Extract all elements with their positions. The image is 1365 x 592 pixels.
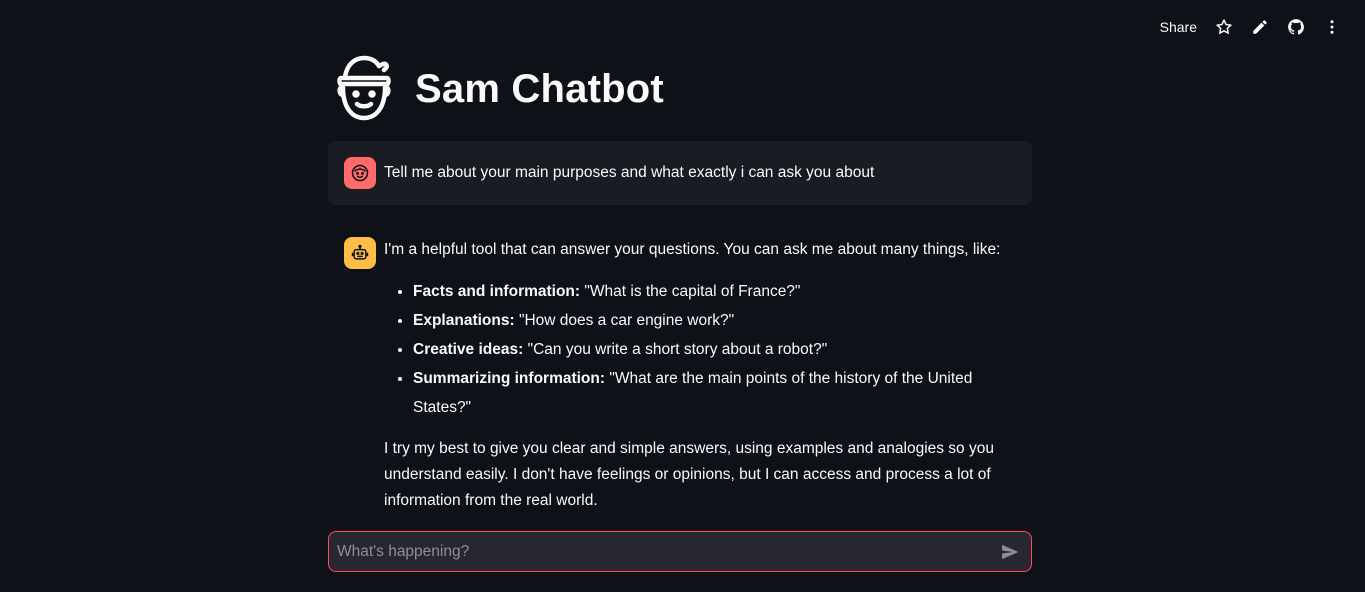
assistant-avatar	[344, 237, 376, 269]
star-icon[interactable]	[1215, 18, 1233, 36]
app-toolbar: Share	[1160, 18, 1341, 36]
list-item: Facts and information: "What is the capi…	[413, 277, 1024, 306]
more-vertical-icon[interactable]	[1323, 18, 1341, 36]
smiley-face-icon	[351, 164, 369, 182]
assistant-intro-text: I'm a helpful tool that can answer your …	[384, 241, 1001, 258]
list-item-label: Facts and information:	[413, 283, 581, 300]
user-message-text: Tell me about your main purposes and wha…	[384, 164, 875, 181]
examples-list: Facts and information: "What is the capi…	[384, 277, 1024, 422]
list-item: Creative ideas: "Can you write a short s…	[413, 335, 1024, 364]
user-avatar	[344, 157, 376, 189]
github-icon[interactable]	[1287, 18, 1305, 36]
list-item-label: Creative ideas:	[413, 341, 524, 358]
list-item-text: "How does a car engine work?"	[514, 312, 735, 329]
send-icon[interactable]	[999, 541, 1021, 563]
list-item: Summarizing information: "What are the m…	[413, 364, 1024, 422]
assistant-message: I'm a helpful tool that can answer your …	[344, 237, 1032, 514]
list-item: Explanations: "How does a car engine wor…	[413, 306, 1024, 335]
list-item-label: Summarizing information:	[413, 370, 606, 387]
user-message: Tell me about your main purposes and wha…	[328, 141, 1032, 205]
pencil-icon[interactable]	[1251, 18, 1269, 36]
list-item-text: "What is the capital of France?"	[580, 283, 801, 300]
share-button[interactable]: Share	[1160, 19, 1197, 35]
chat-input[interactable]	[337, 542, 999, 561]
assistant-outro-text: I try my best to give you clear and simp…	[384, 440, 994, 509]
list-item-label: Explanations:	[413, 312, 515, 329]
robot-icon	[351, 244, 369, 260]
list-item-text: "Can you write a short story about a rob…	[523, 341, 828, 358]
page-header: Sam Chatbot	[333, 54, 664, 124]
page-title: Sam Chatbot	[415, 66, 664, 111]
assistant-message-content: I'm a helpful tool that can answer your …	[384, 237, 1024, 514]
elf-face-icon	[333, 54, 395, 124]
chat-input-container	[328, 531, 1032, 572]
